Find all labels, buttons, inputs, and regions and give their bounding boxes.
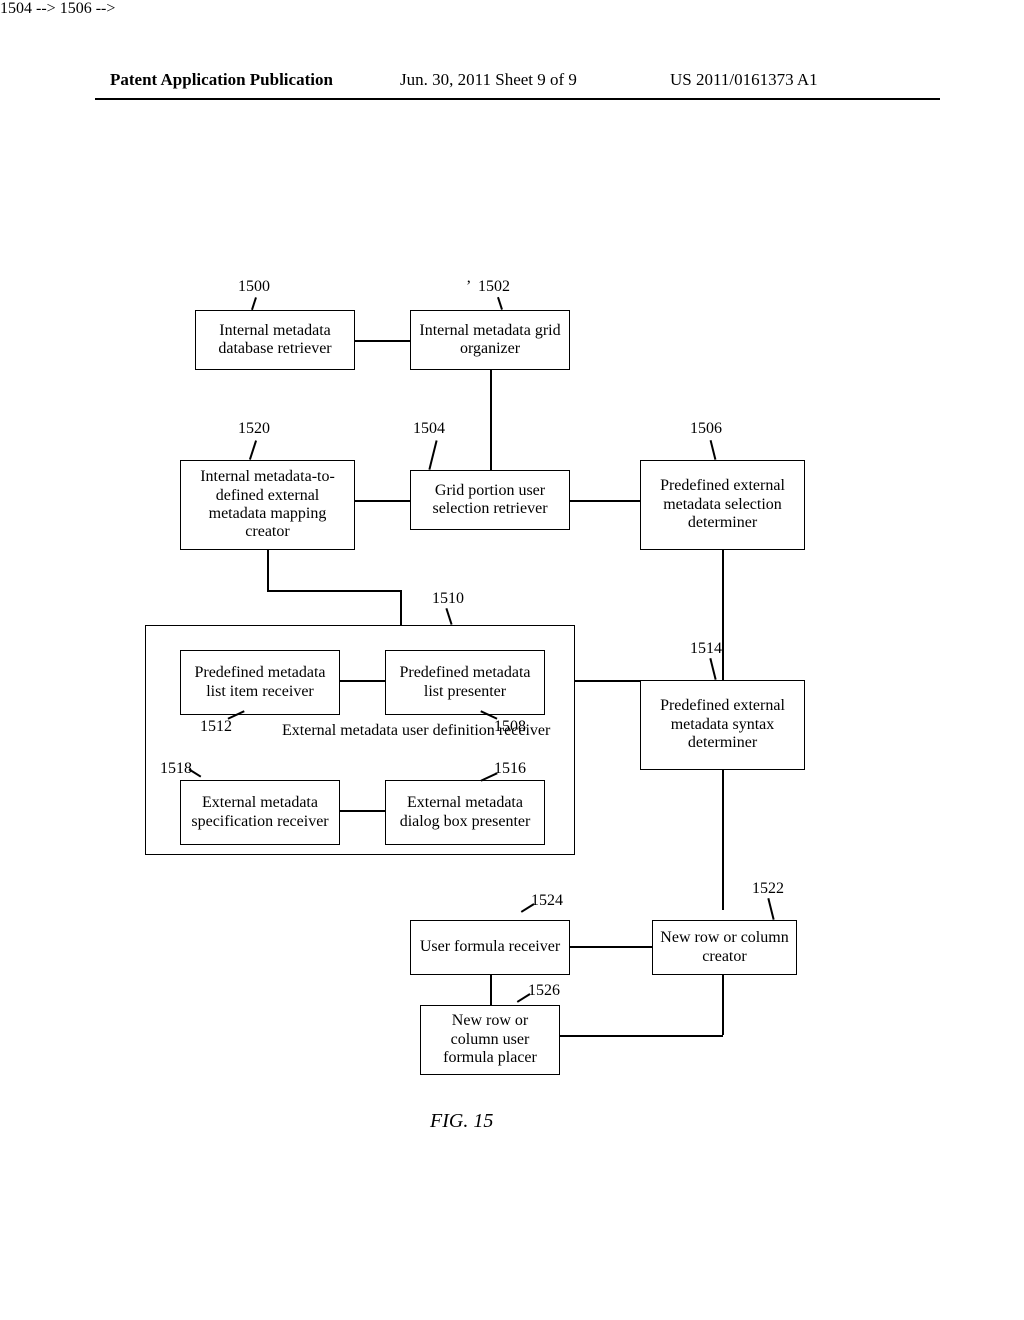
connector bbox=[267, 590, 400, 592]
node-predefined-metadata-list-item-receiver: Predefined metadata list item receiver bbox=[180, 650, 340, 715]
ref-1502-tick: ’ bbox=[466, 278, 471, 296]
leader-1522 bbox=[767, 898, 774, 920]
connector bbox=[400, 590, 402, 625]
node-external-metadata-dialog-box-presenter: External metadata dialog box presenter bbox=[385, 780, 545, 845]
node-internal-metadata-grid-organizer: Internal metadata grid organizer bbox=[410, 310, 570, 370]
connector bbox=[570, 946, 652, 948]
ref-1506: 1506 bbox=[690, 420, 722, 438]
leader-1506 bbox=[710, 440, 716, 460]
node-grid-portion-user-selection-retriever: Grid portion user selection retriever bbox=[410, 470, 570, 530]
ref-1520: 1520 bbox=[238, 420, 270, 438]
ref-1516: 1516 bbox=[494, 760, 526, 778]
leader-1502 bbox=[497, 297, 502, 310]
node-user-formula-receiver: User formula receiver bbox=[410, 920, 570, 975]
node-new-row-or-column-creator: New row or column creator bbox=[652, 920, 797, 975]
connector bbox=[570, 500, 640, 502]
connector bbox=[355, 340, 410, 342]
node-predefined-external-metadata-syntax-determiner: Predefined external metadata syntax dete… bbox=[640, 680, 805, 770]
ref-1522: 1522 bbox=[752, 880, 784, 898]
ref-1502: 1502 bbox=[478, 278, 510, 296]
page: Patent Application Publication Jun. 30, … bbox=[0, 0, 1024, 1320]
ref-1518: 1518 bbox=[160, 760, 192, 778]
connector bbox=[722, 550, 724, 680]
node-predefined-metadata-list-presenter: Predefined metadata list presenter bbox=[385, 650, 545, 715]
ref-1514: 1514 bbox=[690, 640, 722, 658]
node-internal-to-external-mapping-creator: Internal metadata-to-defined external me… bbox=[180, 460, 355, 550]
leader-1510 bbox=[445, 608, 452, 625]
connector bbox=[355, 500, 410, 502]
connector bbox=[490, 975, 492, 1005]
ref-1504: 1504 bbox=[413, 420, 445, 438]
node-internal-metadata-database-retriever: Internal metadata database retriever bbox=[195, 310, 355, 370]
connector bbox=[722, 975, 724, 1035]
ref-1524: 1524 bbox=[531, 892, 563, 910]
leader-1520 bbox=[249, 440, 257, 459]
connector bbox=[560, 1035, 723, 1037]
connector bbox=[340, 810, 385, 812]
node-external-metadata-specification-receiver: External metadata specification receiver bbox=[180, 780, 340, 845]
figure-caption: FIG. 15 bbox=[430, 1110, 493, 1133]
connector bbox=[490, 370, 492, 470]
leader-1514 bbox=[709, 658, 716, 680]
leader-1500 bbox=[251, 297, 256, 310]
connector bbox=[340, 680, 385, 682]
connector bbox=[722, 770, 724, 910]
ref-1512: 1512 bbox=[200, 718, 232, 736]
connector bbox=[267, 550, 269, 590]
node-new-row-or-column-user-formula-placer: New row or column user formula placer bbox=[420, 1005, 560, 1075]
diagram-figure-15: Internal metadata database retriever Int… bbox=[0, 0, 1024, 1320]
ref-1526: 1526 bbox=[528, 982, 560, 1000]
ref-1500: 1500 bbox=[238, 278, 270, 296]
leader-1504 bbox=[428, 440, 437, 469]
ref-1510: 1510 bbox=[432, 590, 464, 608]
label-external-metadata-user-definition-receiver: External metadata user definition receiv… bbox=[282, 722, 482, 740]
node-predefined-external-metadata-selection-determiner: Predefined external metadata selection d… bbox=[640, 460, 805, 550]
